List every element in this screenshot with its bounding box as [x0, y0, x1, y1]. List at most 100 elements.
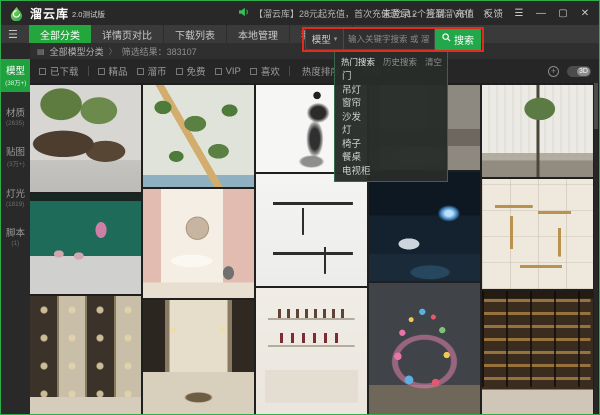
model-thumbnail-treehouse-playhouses[interactable]	[30, 85, 141, 192]
sidebar-item-texture[interactable]: 贴图 (3万+)	[1, 140, 30, 173]
search-suggest-header: 热门搜索 历史搜索 清空	[335, 52, 447, 70]
speaker-icon	[239, 4, 250, 22]
tab-detail-compare[interactable]: 详情页对比	[91, 25, 164, 43]
sidebar-item-count: (38万+)	[5, 79, 26, 88]
sidebar-item-label: 贴图	[6, 144, 25, 158]
search-input[interactable]	[343, 28, 435, 50]
model-thumbnail-zen-tree-wall[interactable]	[482, 85, 593, 177]
filter-checkbox-free[interactable]: 免费	[176, 64, 206, 78]
sidebar-item-label: 灯光	[6, 186, 25, 200]
clear-history-button[interactable]: 清空	[425, 56, 442, 68]
breadcrumb-result-count: 筛选结果：383107	[122, 45, 197, 58]
hot-search-item-door[interactable]: 门	[335, 70, 447, 84]
recharge-button[interactable]: 充值	[455, 6, 474, 20]
filter-label: 已下载	[50, 64, 79, 78]
titlebar-actions: 未登录▾ 签到 充值 反馈 ☰ — ▢ ✕	[382, 1, 591, 25]
close-icon[interactable]: ✕	[579, 8, 591, 19]
filter-checkbox-like[interactable]: 喜欢	[250, 64, 280, 78]
model-thumbnail-pink-bathroom[interactable]	[143, 189, 254, 298]
title-bar: 溜云库 2.0测试版 【溜云库】28元起充值，首次充值送1-12个月溜溜VIP！…	[1, 1, 599, 25]
grid-column	[482, 85, 593, 415]
filter-checkbox-liu-coin[interactable]: 溜币	[137, 64, 167, 78]
model-thumbnail-black-console-tables[interactable]	[256, 174, 367, 286]
app-version: 2.0测试版	[72, 9, 105, 20]
search-bar: 模型 ▾ 搜索	[305, 28, 481, 50]
checkbox-icon	[176, 68, 183, 75]
divider	[289, 66, 290, 76]
history-search-tab[interactable]: 历史搜索	[383, 56, 417, 68]
model-thumbnail-lattice-pattern-panels[interactable]	[30, 296, 141, 415]
grid-column	[143, 85, 254, 415]
minimize-icon[interactable]: —	[535, 8, 547, 19]
tab-all-categories[interactable]: 全部分类	[29, 25, 91, 43]
breadcrumb-root[interactable]: 全部模型分类	[50, 45, 104, 58]
hot-search-tab[interactable]: 热门搜索	[341, 56, 375, 68]
filter-checkbox-vip[interactable]: VIP	[215, 66, 241, 77]
scrollbar-thumb[interactable]	[594, 83, 598, 129]
tab-local-manage[interactable]: 本地管理	[227, 25, 290, 43]
filter-label: 溜币	[148, 64, 167, 78]
app-window: 溜云库 2.0测试版 【溜云库】28元起充值，首次充值送1-12个月溜溜VIP！…	[0, 0, 600, 415]
model-thumbnail-marble-hallway[interactable]	[143, 300, 254, 415]
hot-search-item-sofa[interactable]: 沙发	[335, 111, 447, 125]
hot-search-item-lamp[interactable]: 灯	[335, 124, 447, 138]
sidebar-item-count: (3万+)	[7, 160, 25, 169]
model-thumbnail-dental-clinic[interactable]	[369, 172, 480, 281]
caret-down-icon: ▾	[412, 12, 416, 19]
filter-label: 精品	[109, 64, 128, 78]
model-thumbnail-balloon-arch-decor[interactable]	[369, 283, 480, 414]
sidebar-item-label: 材质	[6, 105, 25, 119]
sidebar-item-count: (1819)	[6, 201, 24, 207]
filter-checkbox-premium[interactable]: 精品	[98, 64, 128, 78]
search-icon	[442, 33, 451, 45]
sidebar-item-script[interactable]: 脚本(1)	[1, 221, 30, 251]
checkbox-icon	[215, 68, 222, 75]
hot-search-item-curtain[interactable]: 窗帘	[335, 97, 447, 111]
model-thumbnail-wine-display-cabinet[interactable]	[482, 291, 593, 414]
hot-search-item-chair[interactable]: 椅子	[335, 138, 447, 152]
search-button[interactable]: 搜索	[435, 28, 481, 50]
app-logo-icon	[9, 6, 24, 21]
add-icon[interactable]: +	[548, 66, 559, 77]
checkbox-icon	[39, 68, 46, 75]
hot-search-item-tv-cabinet[interactable]: 电视柜	[335, 165, 447, 179]
sidebar: 模型 (38万+) 材质(2635) 贴图 (3万+) 灯光(1819) 脚本(1)	[1, 43, 30, 415]
filter-label: 喜欢	[261, 64, 280, 78]
model-thumbnail-green-beauty-salon[interactable]	[30, 194, 141, 294]
divider	[88, 66, 89, 76]
grid-column	[30, 85, 141, 415]
sidebar-item-count: (1)	[12, 240, 20, 246]
checkin-button[interactable]: 签到	[426, 6, 445, 20]
filter-checkbox-downloaded[interactable]: 已下载	[39, 64, 79, 78]
hot-search-item-pendant-light[interactable]: 吊灯	[335, 84, 447, 98]
tab-download-list[interactable]: 下载列表	[164, 25, 227, 43]
sidebar-item-material[interactable]: 材质(2635)	[1, 101, 30, 131]
sidebar-collapse-icon[interactable]: ☰	[8, 25, 18, 43]
model-thumbnail-park-aerial-plan[interactable]	[143, 85, 254, 187]
search-category-dropdown[interactable]: 模型 ▾	[305, 28, 343, 50]
sidebar-item-count: (2635)	[6, 120, 24, 126]
model-thumbnail-white-display-cabinet[interactable]	[256, 288, 367, 414]
hot-search-item-dining-table[interactable]: 餐桌	[335, 151, 447, 165]
model-grid	[30, 83, 593, 415]
caret-down-icon: ▾	[334, 35, 338, 43]
filter-bar: 已下载 精品溜币免费VIP喜欢 热度排序 ▾ 风格 ▾ + 3D	[30, 59, 600, 83]
feedback-button[interactable]: 反馈	[484, 6, 503, 20]
model-thumbnail-wooden-grab-bars[interactable]	[482, 179, 593, 289]
filter-bar-right: + 3D	[548, 66, 591, 77]
sidebar-item-model[interactable]: 模型 (38万+)	[1, 59, 30, 92]
login-button[interactable]: 未登录▾	[382, 6, 416, 20]
sidebar-item-light[interactable]: 灯光(1819)	[1, 182, 30, 212]
scrollbar-track[interactable]	[594, 83, 598, 415]
breadcrumb-separator-icon: 〉	[109, 46, 117, 57]
menu-icon[interactable]: ☰	[513, 8, 525, 19]
checkbox-icon	[137, 68, 144, 75]
3d-view-toggle[interactable]: 3D	[567, 66, 591, 77]
sidebar-item-label: 脚本	[6, 225, 25, 239]
sidebar-item-label: 模型	[6, 63, 25, 77]
search-suggest-panel: 热门搜索 历史搜索 清空 门吊灯窗帘沙发灯椅子餐桌电视柜	[334, 51, 448, 182]
checkbox-icon	[98, 68, 105, 75]
checkbox-icon	[250, 68, 257, 75]
filter-label: 免费	[187, 64, 206, 78]
maximize-icon[interactable]: ▢	[557, 8, 569, 19]
